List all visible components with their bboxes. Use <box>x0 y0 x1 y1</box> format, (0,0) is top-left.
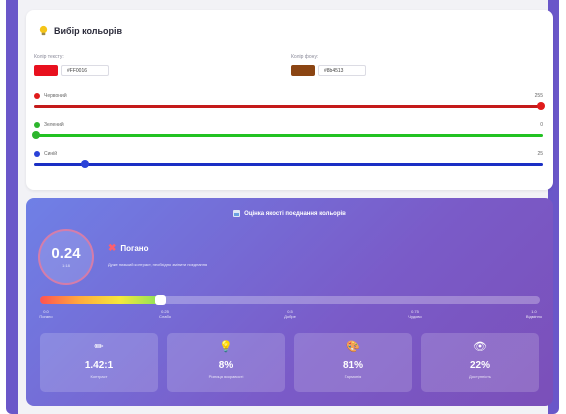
scale-tick-label: Чудово <box>408 314 422 319</box>
slider-thumb[interactable] <box>81 160 90 168</box>
pencil-icon: ✏ <box>94 341 104 353</box>
quality-scale-marker <box>155 295 166 305</box>
slider-label: Синій <box>44 151 58 157</box>
scale-tick: 0.0 Погано <box>31 309 61 319</box>
text-color-swatch[interactable] <box>34 65 58 76</box>
red-dot-icon <box>34 93 40 99</box>
result-title-text: Оцінка якості поєднання кольорів <box>244 210 346 217</box>
metric-value: 8% <box>218 360 234 371</box>
slider-value: 255 <box>534 93 543 99</box>
slider-value: 0 <box>540 122 543 128</box>
verdict-note: Дуже низький контраст, необхідно змінити… <box>108 262 208 267</box>
text-color-label: Колір тексту: <box>34 54 64 60</box>
slider-green: Зелений 0 <box>32 122 543 142</box>
metric-card: ✏ 1.42:1 Контраст <box>40 333 158 392</box>
scale-tick: 0.25 Слабо <box>150 309 180 319</box>
quality-scale <box>40 296 540 304</box>
metric-value: 81% <box>342 360 363 371</box>
metric-label: Гармонія <box>344 374 362 379</box>
scale-tick: 0.5 Добре <box>275 309 305 319</box>
metric-label: Доступність <box>468 374 492 379</box>
slider-label: Зелений <box>44 122 64 128</box>
slider-track[interactable] <box>34 134 543 137</box>
scale-tick-label: Добре <box>284 314 296 319</box>
ratio-value: 0.24 <box>51 245 81 262</box>
green-dot-icon <box>34 122 40 128</box>
cross-icon: ✖ <box>108 242 117 254</box>
card-title-text: Вибір кольорів <box>54 25 123 36</box>
scale-tick-label: Погано <box>39 314 53 319</box>
verdict: ✖ Погано <box>108 242 149 254</box>
scale-tick-label: Слабо <box>159 314 171 319</box>
eye-icon: 👁 <box>473 341 487 353</box>
bg-color-hex-input[interactable]: #8b4513 <box>318 65 366 76</box>
slider-thumb[interactable] <box>32 131 40 139</box>
slider-track[interactable] <box>34 105 543 108</box>
metric-card: 🎨 81% Гармонія <box>294 333 412 392</box>
ratio-circle: 0.24 1:18 <box>38 229 94 285</box>
card-title: Вибір кольорів <box>38 25 122 36</box>
palette-icon: 🎨 <box>346 341 360 353</box>
metric-card: 👁 22% Доступність <box>421 333 539 392</box>
metric-label: Різниця яскравості <box>208 374 244 379</box>
metric-card: 💡 8% Різниця яскравості <box>167 333 285 392</box>
slider-value: 25 <box>537 151 543 157</box>
lightbulb-icon: 💡 <box>219 341 233 353</box>
scale-tick: 1.0 Відмінно <box>519 309 549 319</box>
bg-color-swatch[interactable] <box>291 65 315 76</box>
result-panel: Оцінка якості поєднання кольорів 0.24 1:… <box>26 198 553 406</box>
color-picker-card: Вибір кольорів Колір тексту: #FF0016 Кол… <box>26 10 553 190</box>
scale-tick: 0.75 Чудово <box>400 309 430 319</box>
result-title: Оцінка якості поєднання кольорів <box>26 210 553 217</box>
slider-label: Червоний <box>44 93 67 99</box>
text-color-hex-input[interactable]: #FF0016 <box>61 65 109 76</box>
metric-value: 22% <box>469 360 490 371</box>
scale-tick-label: Відмінно <box>525 314 543 319</box>
chart-icon <box>233 210 241 217</box>
slider-blue: Синій 25 <box>34 151 543 171</box>
metric-value: 1.42:1 <box>84 360 114 371</box>
slider-track[interactable] <box>34 163 543 166</box>
metric-label: Контраст <box>90 374 108 379</box>
bg-color-label: Колір фону: <box>291 54 319 60</box>
blue-dot-icon <box>34 151 40 157</box>
ratio-sub: 1:18 <box>62 263 70 268</box>
verdict-text: Погано <box>120 244 149 253</box>
slider-red: Червоний 255 <box>34 93 545 113</box>
quality-scale-fill <box>40 296 160 304</box>
lightbulb-icon <box>38 25 49 36</box>
slider-thumb[interactable] <box>537 102 545 110</box>
